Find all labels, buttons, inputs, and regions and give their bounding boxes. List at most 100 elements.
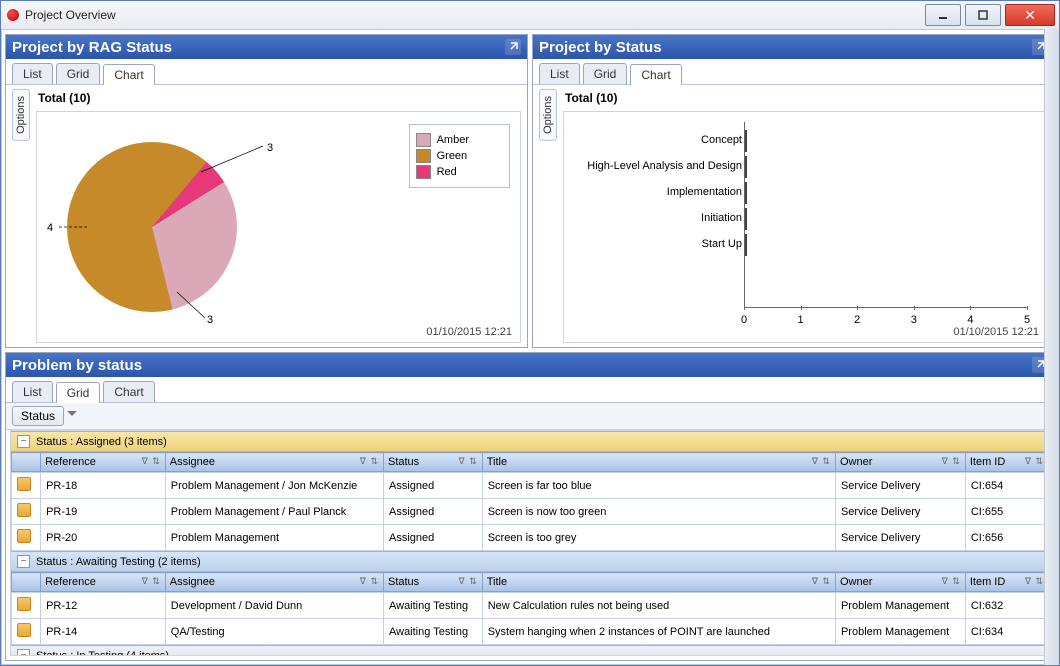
- bar-row: [745, 130, 747, 152]
- bar-x-tick: 3: [911, 314, 917, 326]
- grid-body[interactable]: −Status : Assigned (3 items)Reference∇ ⇅…: [10, 430, 1050, 656]
- column-header[interactable]: Title∇ ⇅: [482, 573, 835, 592]
- legend-swatch: [416, 165, 431, 179]
- options-tab[interactable]: Options: [12, 89, 30, 141]
- bar-row: [745, 208, 747, 230]
- bar-x-tick: 5: [1024, 314, 1030, 326]
- cell-reference: PR-18: [41, 473, 166, 499]
- table-row[interactable]: PR-14 QA/Testing Awaiting Testing System…: [12, 619, 1049, 645]
- bar-segment: [745, 130, 747, 152]
- bar-x-tick: 0: [741, 314, 747, 326]
- cell-item-id: CI:634: [965, 619, 1048, 645]
- options-tab[interactable]: Options: [539, 89, 557, 141]
- tab-grid[interactable]: Grid: [56, 63, 101, 84]
- tab-chart[interactable]: Chart: [103, 381, 154, 402]
- cell-assignee: Problem Management: [165, 525, 383, 551]
- cell-item-id: CI:632: [965, 593, 1048, 619]
- column-header[interactable]: Status∇ ⇅: [383, 453, 482, 472]
- cell-assignee: QA/Testing: [165, 619, 383, 645]
- table-row[interactable]: PR-12 Development / David Dunn Awaiting …: [12, 593, 1049, 619]
- tab-list[interactable]: List: [539, 63, 580, 84]
- cell-title: Screen is now too green: [482, 499, 835, 525]
- cell-owner: Service Delivery: [835, 525, 965, 551]
- tab-grid[interactable]: Grid: [583, 63, 628, 84]
- bar-x-tick: 1: [798, 314, 804, 326]
- bar-category-label: Initiation: [701, 212, 742, 224]
- panel-rag: Project by RAG Status List Grid Chart Op…: [5, 34, 528, 348]
- tab-list[interactable]: List: [12, 381, 53, 402]
- table-row[interactable]: PR-19 Problem Management / Paul Planck A…: [12, 499, 1049, 525]
- legend-swatch: [416, 133, 431, 147]
- vertical-scrollbar[interactable]: [1044, 29, 1059, 665]
- cell-title: System hanging when 2 instances of POINT…: [482, 619, 835, 645]
- legend-swatch: [416, 149, 431, 163]
- row-flag-icon: [17, 477, 31, 491]
- cell-title: New Calculation rules not being used: [482, 593, 835, 619]
- expand-icon[interactable]: −: [17, 555, 30, 568]
- rag-tabs: List Grid Chart: [6, 59, 527, 85]
- column-header[interactable]: Owner∇ ⇅: [835, 453, 965, 472]
- column-header[interactable]: Item ID∇ ⇅: [965, 573, 1048, 592]
- bar-segment: [745, 208, 747, 230]
- tab-chart[interactable]: Chart: [630, 64, 681, 85]
- grid-toolbar: Status: [6, 403, 1054, 430]
- panel-problem-header: Problem by status: [6, 353, 1054, 377]
- table-row[interactable]: PR-20 Problem Management Assigned Screen…: [12, 525, 1049, 551]
- column-header[interactable]: Reference∇ ⇅: [41, 573, 166, 592]
- titlebar[interactable]: Project Overview ✕: [1, 1, 1059, 30]
- column-flag[interactable]: [12, 573, 41, 592]
- pie-chart: [67, 142, 237, 312]
- cell-reference: PR-14: [41, 619, 166, 645]
- client-area: Project by RAG Status List Grid Chart Op…: [1, 30, 1059, 665]
- minimize-button[interactable]: [925, 4, 961, 26]
- cell-owner: Service Delivery: [835, 473, 965, 499]
- cell-status: Assigned: [383, 499, 482, 525]
- group-label: Status : In Testing (4 items): [36, 650, 169, 657]
- panel-rag-header: Project by RAG Status: [6, 35, 527, 59]
- tab-chart[interactable]: Chart: [103, 64, 154, 85]
- column-flag[interactable]: [12, 453, 41, 472]
- status-timestamp: 01/10/2015 12:21: [953, 326, 1039, 338]
- column-header[interactable]: Assignee∇ ⇅: [165, 573, 383, 592]
- bar-category-label: High-Level Analysis and Design: [587, 160, 742, 172]
- column-header[interactable]: Status∇ ⇅: [383, 573, 482, 592]
- legend-label: Green: [437, 150, 468, 162]
- table-row[interactable]: PR-18 Problem Management / Jon McKenzie …: [12, 473, 1049, 499]
- maximize-button[interactable]: [965, 4, 1001, 26]
- legend-label: Red: [437, 166, 457, 178]
- group-header[interactable]: −Status : Awaiting Testing (2 items): [11, 551, 1049, 572]
- column-header[interactable]: Owner∇ ⇅: [835, 573, 965, 592]
- cell-owner: Problem Management: [835, 593, 965, 619]
- cell-owner: Problem Management: [835, 619, 965, 645]
- tab-grid[interactable]: Grid: [56, 382, 101, 403]
- cell-status: Assigned: [383, 525, 482, 551]
- pie-label-red: 3: [267, 142, 273, 154]
- legend-item: Green: [416, 149, 469, 163]
- bar-row: [745, 234, 747, 256]
- group-header[interactable]: −Status : In Testing (4 items): [11, 645, 1049, 656]
- group-by-status-button[interactable]: Status: [12, 406, 64, 426]
- group-header[interactable]: −Status : Assigned (3 items): [11, 431, 1049, 452]
- window-title: Project Overview: [25, 8, 921, 22]
- column-header[interactable]: Item ID∇ ⇅: [965, 453, 1048, 472]
- popout-icon[interactable]: [505, 39, 521, 55]
- column-header[interactable]: Assignee∇ ⇅: [165, 453, 383, 472]
- cell-status: Awaiting Testing: [383, 619, 482, 645]
- column-header[interactable]: Title∇ ⇅: [482, 453, 835, 472]
- expand-icon[interactable]: −: [17, 435, 30, 448]
- bar-category-label: Start Up: [702, 238, 742, 250]
- close-button[interactable]: ✕: [1005, 4, 1055, 26]
- tab-list[interactable]: List: [12, 63, 53, 84]
- bar-segment: [745, 156, 747, 178]
- panel-rag-title: Project by RAG Status: [12, 39, 172, 56]
- app-icon: [7, 9, 19, 21]
- bar-category-label: Concept: [701, 134, 742, 146]
- problem-tabs: List Grid Chart: [6, 377, 1054, 403]
- cell-assignee: Development / David Dunn: [165, 593, 383, 619]
- group-label: Status : Assigned (3 items): [36, 436, 167, 448]
- column-header[interactable]: Reference∇ ⇅: [41, 453, 166, 472]
- expand-icon[interactable]: −: [17, 649, 30, 656]
- row-flag-icon: [17, 503, 31, 517]
- pie-label-amber: 3: [207, 314, 213, 326]
- status-tabs: List Grid Chart: [533, 59, 1054, 85]
